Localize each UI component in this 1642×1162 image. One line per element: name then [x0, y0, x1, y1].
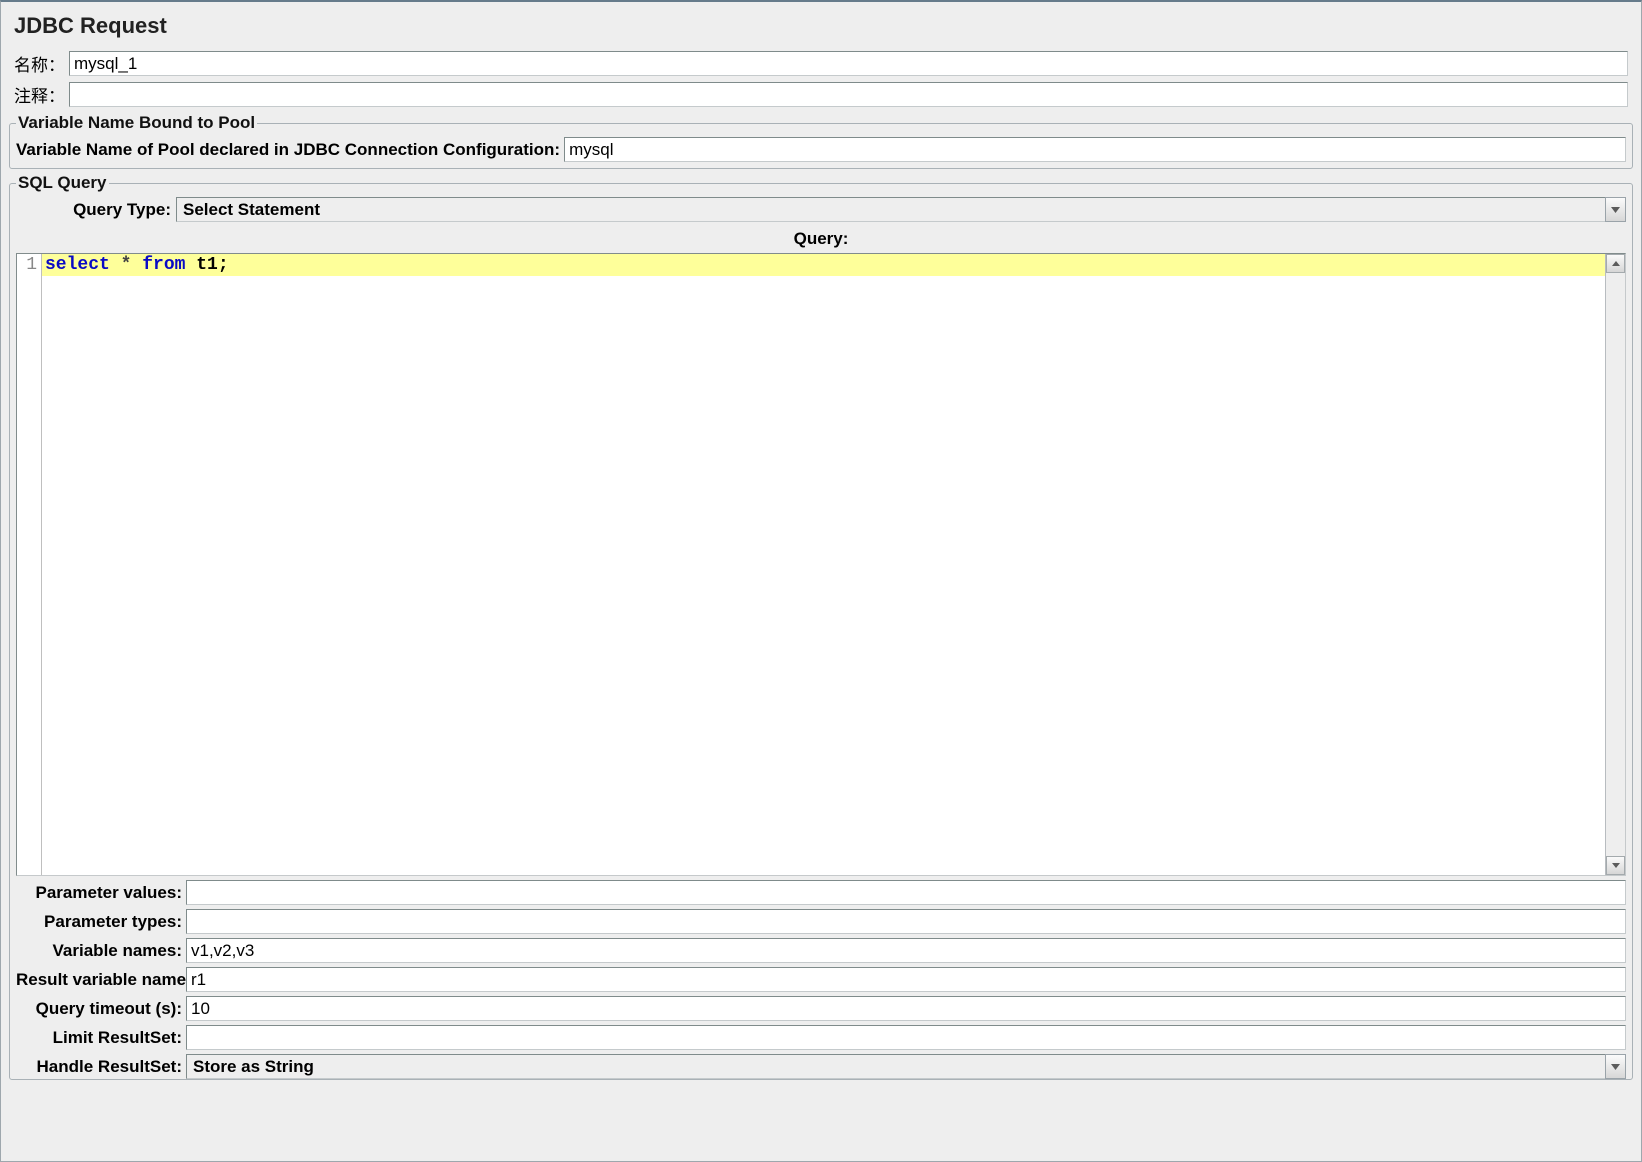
chevron-down-icon: [1611, 207, 1620, 213]
limit-resultset-row: Limit ResultSet:: [16, 1025, 1626, 1050]
query-editor[interactable]: 1 select * from t1;: [16, 253, 1626, 876]
variable-names-input[interactable]: [186, 938, 1626, 963]
handle-resultset-label: Handle ResultSet:: [16, 1057, 182, 1077]
query-timeout-input[interactable]: [186, 996, 1626, 1021]
chevron-up-icon: [1612, 261, 1620, 266]
result-var-input[interactable]: [186, 967, 1626, 992]
variable-names-label: Variable names:: [16, 941, 182, 961]
page-title: JDBC Request: [14, 13, 1628, 39]
param-values-row: Parameter values:: [16, 880, 1626, 905]
code-line-1[interactable]: select * from t1;: [42, 254, 1605, 276]
scroll-down-button[interactable]: [1606, 856, 1625, 875]
query-type-row: Query Type: Select Statement: [16, 197, 1626, 222]
sql-legend: SQL Query: [16, 173, 109, 193]
param-types-input[interactable]: [186, 909, 1626, 934]
pool-legend: Variable Name Bound to Pool: [16, 113, 257, 133]
name-row: 名称：: [9, 51, 1633, 76]
comment-input[interactable]: [69, 82, 1628, 107]
result-var-row: Result variable name:: [16, 967, 1626, 992]
pool-name-input[interactable]: [564, 137, 1626, 162]
param-values-input[interactable]: [186, 880, 1626, 905]
result-var-label: Result variable name:: [16, 970, 182, 990]
pool-fieldset: Variable Name Bound to Pool Variable Nam…: [9, 113, 1633, 169]
chevron-down-icon: [1612, 863, 1620, 868]
limit-resultset-label: Limit ResultSet:: [16, 1028, 182, 1048]
query-timeout-row: Query timeout (s):: [16, 996, 1626, 1021]
line-gutter: 1: [17, 254, 42, 875]
editor-scrollbar[interactable]: [1605, 254, 1625, 875]
query-type-label: Query Type:: [16, 200, 171, 220]
query-type-value: Select Statement: [176, 197, 1605, 222]
semi: ;: [218, 255, 229, 275]
dropdown-button[interactable]: [1605, 197, 1626, 222]
handle-resultset-select[interactable]: Store as String: [186, 1054, 1626, 1079]
query-timeout-label: Query timeout (s):: [16, 999, 182, 1019]
code-body[interactable]: select * from t1;: [42, 254, 1605, 875]
id-t1: t1: [196, 255, 218, 275]
op-star: *: [110, 255, 142, 275]
scroll-up-button[interactable]: [1606, 254, 1625, 273]
query-type-select[interactable]: Select Statement: [176, 197, 1626, 222]
kw-select: select: [45, 255, 110, 275]
query-header: Query:: [16, 226, 1626, 253]
space: [185, 255, 196, 275]
pool-field-label: Variable Name of Pool declared in JDBC C…: [16, 140, 560, 160]
name-label: 名称：: [14, 51, 69, 76]
comment-label: 注释：: [14, 82, 69, 107]
line-number: 1: [17, 255, 37, 275]
param-types-label: Parameter types:: [16, 912, 182, 932]
variable-names-row: Variable names:: [16, 938, 1626, 963]
comment-row: 注释：: [9, 82, 1633, 107]
kw-from: from: [142, 255, 185, 275]
handle-resultset-value: Store as String: [186, 1054, 1605, 1079]
handle-resultset-row: Handle ResultSet: Store as String: [16, 1054, 1626, 1079]
param-types-row: Parameter types:: [16, 909, 1626, 934]
param-values-label: Parameter values:: [16, 883, 182, 903]
pool-row: Variable Name of Pool declared in JDBC C…: [16, 137, 1626, 162]
name-input[interactable]: [69, 51, 1628, 76]
dropdown-button[interactable]: [1605, 1054, 1626, 1079]
limit-resultset-input[interactable]: [186, 1025, 1626, 1050]
chevron-down-icon: [1611, 1064, 1620, 1070]
sql-fieldset: SQL Query Query Type: Select Statement Q…: [9, 173, 1633, 1080]
